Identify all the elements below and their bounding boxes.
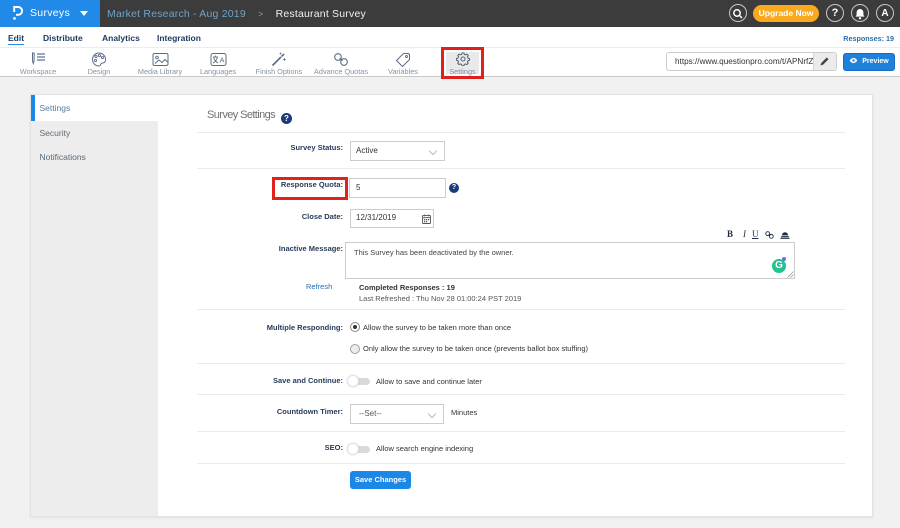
svg-text:A: A xyxy=(219,58,224,65)
